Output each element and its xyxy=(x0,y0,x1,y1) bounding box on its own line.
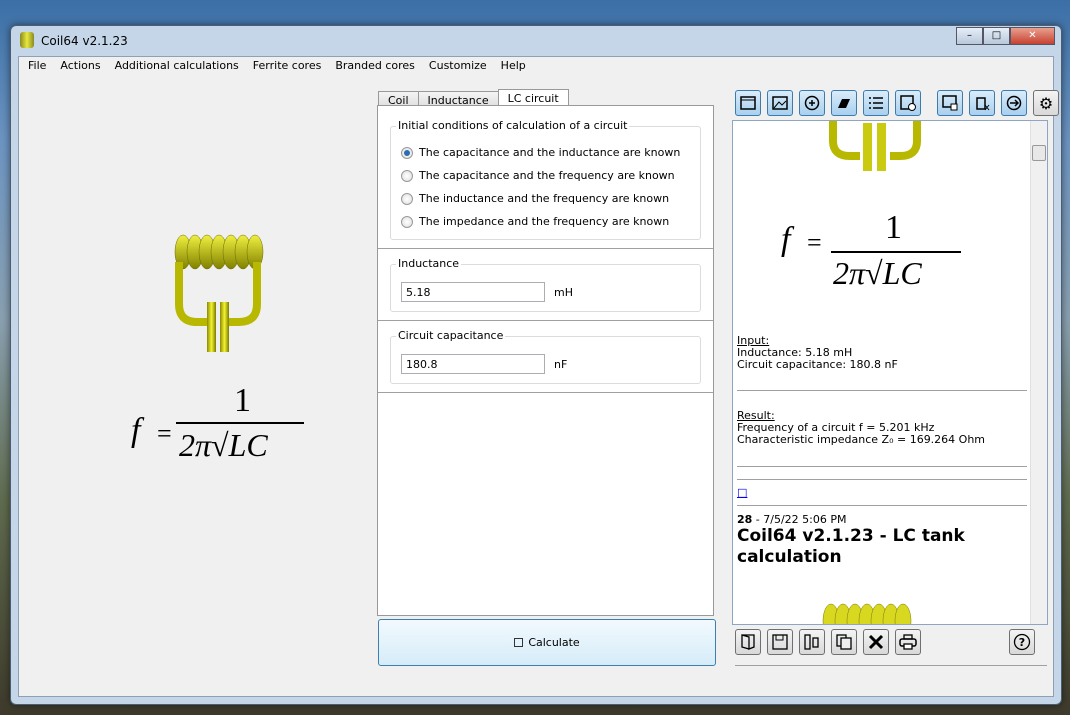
inductance-label: Inductance xyxy=(396,257,462,270)
radio-capacitance-frequency[interactable]: The capacitance and the frequency are kn… xyxy=(391,164,700,187)
conditions-group: Initial conditions of calculation of a c… xyxy=(390,119,701,240)
result-view: f = 1 2π√LC Input: Inductance: 5.18 mH C… xyxy=(732,120,1048,625)
lc-circuit-image xyxy=(174,234,264,352)
export-icon[interactable] xyxy=(1001,90,1027,116)
divider xyxy=(737,479,1027,480)
formula-f: f xyxy=(131,412,141,449)
formula-f: f xyxy=(781,221,791,258)
entry-title: Coil64 v2.1.23 - LC tank calculation xyxy=(737,526,965,567)
coil-image xyxy=(822,603,912,624)
calculate-label: Calculate xyxy=(528,636,580,649)
title-bar: Coil64 v2.1.23 – □ ✕ xyxy=(11,26,1061,56)
formula-numerator: 1 xyxy=(234,382,251,419)
inductance-group: Inductance 5.18 mH xyxy=(390,257,701,312)
radio-selected-icon xyxy=(401,146,413,159)
ltspice-icon[interactable] xyxy=(831,90,857,116)
save-check-icon[interactable] xyxy=(895,90,921,116)
formula-equals: = xyxy=(807,228,822,257)
formula-numerator: 1 xyxy=(885,209,902,246)
scrollbar-thumb[interactable] xyxy=(1032,145,1046,161)
menu-customize[interactable]: Customize xyxy=(422,57,494,74)
radio-label: The capacitance and the frequency are kn… xyxy=(419,169,675,182)
print-icon[interactable] xyxy=(895,629,921,655)
radio-label: The capacitance and the inductance are k… xyxy=(419,146,681,159)
formula-fraction-line xyxy=(831,251,961,253)
formula-denominator: 2π√LC xyxy=(833,255,922,291)
radio-icon xyxy=(401,192,413,205)
divider xyxy=(378,392,713,393)
close-x-icon[interactable] xyxy=(863,629,889,655)
save-icon[interactable] xyxy=(767,629,793,655)
app-icon xyxy=(20,32,34,48)
trash-x-icon[interactable] xyxy=(969,90,995,116)
columns-icon[interactable] xyxy=(799,629,825,655)
input-line: Circuit capacitance: 180.8 nF xyxy=(737,358,898,371)
add-circle-icon[interactable] xyxy=(799,90,825,116)
window-delete-icon[interactable] xyxy=(937,90,963,116)
capacitance-input[interactable]: 180.8 xyxy=(401,354,545,374)
calculate-icon xyxy=(514,638,524,647)
result-link[interactable]: □ xyxy=(737,486,747,499)
gear-icon[interactable]: ⚙ xyxy=(1033,90,1059,116)
toolbar-separator xyxy=(927,90,931,116)
help-icon[interactable]: ? xyxy=(1009,629,1035,655)
bottom-toolbar: ? xyxy=(735,629,1035,655)
capacitance-label: Circuit capacitance xyxy=(396,329,506,342)
formula-denominator: 2π√LC xyxy=(179,427,268,463)
divider xyxy=(735,665,1047,666)
open-icon[interactable] xyxy=(735,629,761,655)
divider xyxy=(737,466,1027,467)
minimize-button[interactable]: – xyxy=(956,27,983,45)
divider xyxy=(378,248,713,249)
radio-impedance-frequency[interactable]: The impedance and the frequency are know… xyxy=(391,210,700,233)
menu-additional-calculations[interactable]: Additional calculations xyxy=(108,57,246,74)
window-icon[interactable] xyxy=(735,90,761,116)
radio-icon xyxy=(401,169,413,182)
svg-text:?: ? xyxy=(1019,636,1025,649)
menu-help[interactable]: Help xyxy=(494,57,533,74)
radio-inductance-frequency[interactable]: The inductance and the frequency are kno… xyxy=(391,187,700,210)
formula-equals: = xyxy=(157,419,172,448)
result-line: Characteristic impedance Z₀ = 169.264 Oh… xyxy=(737,433,986,446)
menu-actions[interactable]: Actions xyxy=(53,57,107,74)
divider xyxy=(378,320,713,321)
calculate-button[interactable]: Calculate xyxy=(378,619,716,666)
coil-image xyxy=(829,121,921,171)
radio-icon xyxy=(401,215,413,228)
divider xyxy=(737,505,1027,506)
window-title: Coil64 v2.1.23 xyxy=(41,34,128,48)
entry-number: 28 xyxy=(737,513,753,526)
image-icon[interactable] xyxy=(767,90,793,116)
top-toolbar: ⚙ xyxy=(735,90,1059,116)
lc-circuit-panel: Initial conditions of calculation of a c… xyxy=(377,105,714,616)
formula-fraction-line xyxy=(176,422,304,424)
close-button[interactable]: ✕ xyxy=(1010,27,1055,45)
copy-icon[interactable] xyxy=(831,629,857,655)
inductance-input[interactable]: 5.18 xyxy=(401,282,545,302)
maximize-button[interactable]: □ xyxy=(983,27,1010,45)
menu-ferrite-cores[interactable]: Ferrite cores xyxy=(246,57,329,74)
list-icon[interactable] xyxy=(863,90,889,116)
menu-branded-cores[interactable]: Branded cores xyxy=(328,57,422,74)
entry-date: - 7/5/22 5:06 PM xyxy=(752,513,847,526)
radio-label: The impedance and the frequency are know… xyxy=(419,215,670,228)
menu-file[interactable]: File xyxy=(21,57,53,74)
client-area: File Actions Additional calculations Fer… xyxy=(18,56,1059,697)
capacitance-group: Circuit capacitance 180.8 nF xyxy=(390,329,701,384)
divider xyxy=(737,390,1027,391)
scrollbar[interactable] xyxy=(1030,121,1047,624)
radio-label: The inductance and the frequency are kno… xyxy=(419,192,670,205)
conditions-title: Initial conditions of calculation of a c… xyxy=(396,119,630,132)
app-window: Coil64 v2.1.23 – □ ✕ File Actions Additi… xyxy=(10,25,1062,705)
radio-capacitance-inductance[interactable]: The capacitance and the inductance are k… xyxy=(391,141,700,164)
capacitance-unit: nF xyxy=(554,358,568,371)
menu-bar: File Actions Additional calculations Fer… xyxy=(19,57,1053,75)
inductance-unit: mH xyxy=(554,286,573,299)
